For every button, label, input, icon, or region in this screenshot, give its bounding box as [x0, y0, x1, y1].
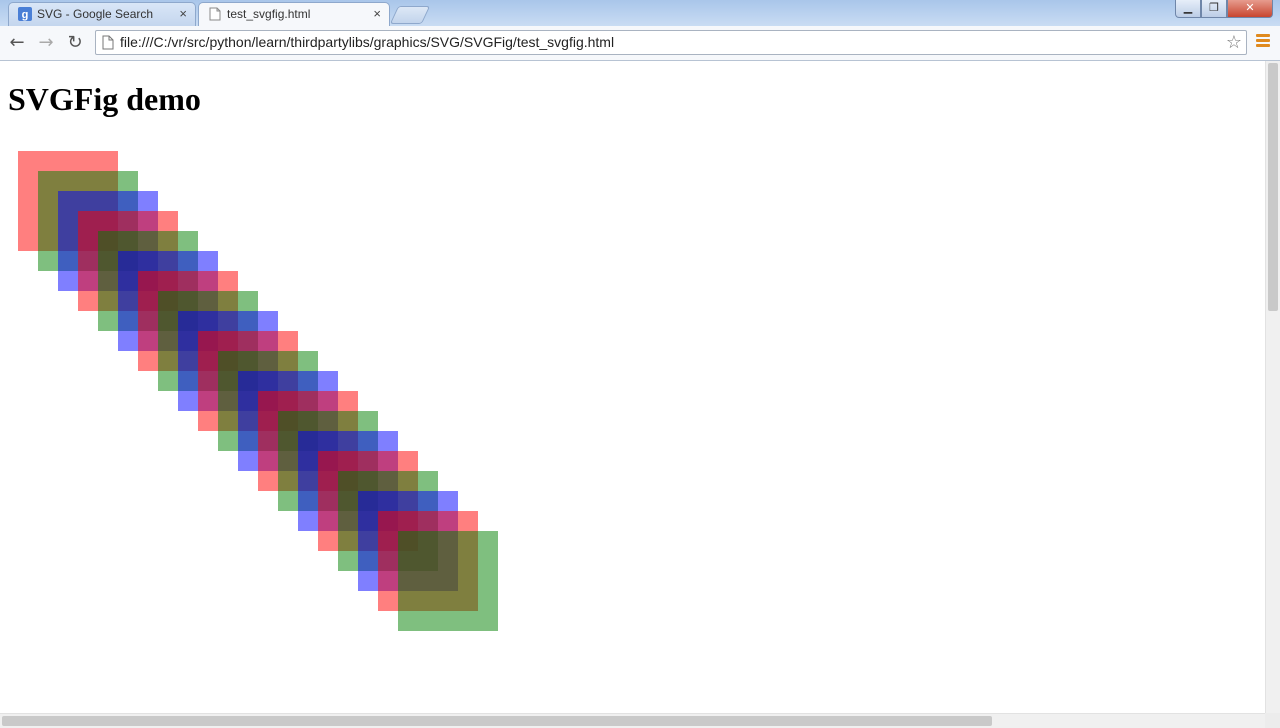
forward-button[interactable]: →: [34, 31, 58, 55]
tab-close-icon[interactable]: ×: [179, 3, 187, 25]
horizontal-scroll-thumb[interactable]: [2, 716, 992, 726]
svg-square: [398, 531, 498, 631]
tab-close-icon[interactable]: ×: [373, 3, 381, 25]
tab-svg-google-search[interactable]: g SVG - Google Search ×: [8, 2, 196, 26]
tab-test-svgfig[interactable]: test_svgfig.html ×: [198, 2, 390, 26]
page-icon: [102, 35, 114, 50]
tab-strip: g SVG - Google Search × test_svgfig.html…: [0, 0, 1280, 26]
vertical-scroll-thumb[interactable]: [1268, 63, 1278, 311]
reload-button[interactable]: ↻: [63, 31, 87, 55]
tab-title: test_svgfig.html: [227, 7, 311, 21]
bookmark-star-icon[interactable]: ☆: [1226, 31, 1242, 54]
url-text[interactable]: file:///C:/vr/src/python/learn/thirdpart…: [120, 31, 614, 54]
back-button[interactable]: ←: [5, 31, 29, 55]
minimize-button[interactable]: ▁: [1175, 0, 1201, 18]
menu-icon[interactable]: [1256, 34, 1270, 52]
browser-toolbar: ← → ↻ file:///C:/vr/src/python/learn/thi…: [0, 26, 1280, 61]
svg-text:g: g: [22, 9, 29, 21]
google-g-icon: g: [18, 7, 32, 21]
vertical-scrollbar[interactable]: [1265, 61, 1280, 713]
close-window-button[interactable]: ✕: [1227, 0, 1273, 18]
tab-title: SVG - Google Search: [37, 7, 154, 21]
maximize-button[interactable]: ❐: [1201, 0, 1227, 18]
page-content: SVGFig demo: [0, 61, 1265, 713]
svgfig-figure: [18, 151, 498, 631]
horizontal-scrollbar[interactable]: [0, 713, 1265, 728]
scrollbar-corner: [1265, 713, 1280, 728]
page-icon: [209, 7, 221, 21]
new-tab-button[interactable]: [389, 6, 431, 24]
address-bar[interactable]: file:///C:/vr/src/python/learn/thirdpart…: [95, 30, 1247, 55]
